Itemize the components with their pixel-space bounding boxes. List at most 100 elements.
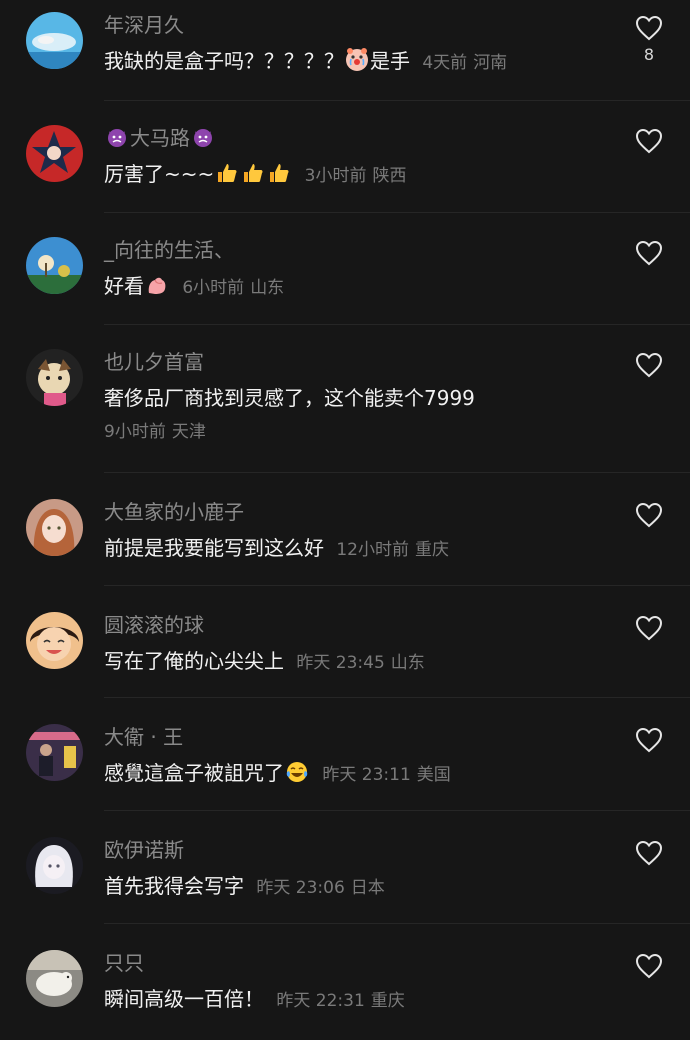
username[interactable]: 欧伊诺斯: [104, 837, 620, 863]
comment-item: _向往的生活、 好看 6小时前 山东: [0, 212, 690, 324]
comment-time: 4天前: [422, 53, 468, 73]
heart-outline-icon: [635, 840, 663, 866]
username-line[interactable]: 大马路: [104, 125, 620, 151]
devil-icon: [191, 125, 215, 149]
heart-outline-icon: [635, 352, 663, 378]
thumbs-up-icon: [215, 161, 239, 185]
comment-location: 日本: [350, 878, 385, 898]
comment-item: 只只 瞬间高级一百倍！ 昨天 22:31 重庆: [0, 923, 690, 1040]
comment-time: 昨天 22:31: [276, 991, 365, 1011]
comment-location: 陕西: [372, 166, 407, 186]
avatar[interactable]: [26, 12, 83, 69]
comment-location: 重庆: [370, 991, 405, 1011]
username[interactable]: 也儿夕首富: [104, 349, 620, 375]
avatar[interactable]: [26, 237, 83, 294]
comment-list: 年深月久 我缺的是盒子吗？？？？？ 是手 4天前 河南 8 大马路 厉害了~~~ 3…: [0, 0, 690, 1040]
username[interactable]: 只只: [104, 950, 620, 976]
avatar[interactable]: [26, 950, 83, 1007]
comment-time: 9小时前: [104, 422, 166, 442]
like-button[interactable]: 8: [634, 15, 664, 64]
comment-text: 首先我得会写字: [104, 874, 244, 898]
like-button[interactable]: [634, 352, 664, 378]
comment-location: 重庆: [415, 540, 449, 560]
comment-meta: 12小时前 重庆: [336, 540, 449, 560]
avatar[interactable]: [26, 837, 83, 894]
comment-text: 厉害了~~~: [104, 162, 215, 186]
comment-meta: 9小时前 天津: [104, 421, 620, 443]
comment-location: 美国: [416, 765, 451, 785]
comment-text-line: 厉害了~~~ 3小时前 陕西: [104, 161, 620, 189]
heart-outline-icon: [635, 953, 663, 979]
comment-text: 写在了俺的心尖尖上: [104, 649, 284, 673]
username[interactable]: 圆滚滚的球: [104, 612, 620, 638]
comment-text-after: 是手: [370, 49, 410, 73]
like-button[interactable]: [634, 128, 664, 154]
comment-item: 大马路 厉害了~~~ 3小时前 陕西: [0, 100, 690, 212]
comment-meta: 昨天 22:31 重庆: [276, 991, 404, 1011]
comment-text-line: 首先我得会写字 昨天 23:06 日本: [104, 873, 620, 901]
comment-meta: 4天前 河南: [422, 53, 507, 73]
comment-text-line: 前提是我要能写到这么好 12小时前 重庆: [104, 535, 620, 563]
comment-item: 圆滚滚的球 写在了俺的心尖尖上 昨天 23:45 山东: [0, 585, 690, 697]
comment-time: 6小时前: [182, 278, 245, 298]
comment-meta: 昨天 23:11 美国: [322, 765, 450, 785]
heart-outline-icon: [635, 727, 663, 753]
comment-location: 山东: [390, 653, 425, 673]
thumbs-up-icon: [267, 161, 291, 185]
comment-text: 前提是我要能写到这么好: [104, 536, 324, 560]
comment-location: 河南: [473, 53, 508, 73]
avatar[interactable]: [26, 349, 83, 406]
username[interactable]: 大衛 · 王: [104, 724, 620, 750]
comment-time: 昨天 23:11: [322, 765, 411, 785]
tears-of-joy-icon: [285, 760, 309, 784]
comment-item: 也儿夕首富 奢侈品厂商找到灵感了，这个能卖个7999 9小时前 天津: [0, 324, 690, 472]
heart-outline-icon: [635, 502, 663, 528]
comment-text: 我缺的是盒子吗？？？？？: [104, 49, 344, 73]
flexed-biceps-icon: [145, 273, 169, 297]
avatar[interactable]: [26, 724, 83, 781]
comment-location: 山东: [250, 278, 285, 298]
like-count: 8: [643, 45, 655, 64]
like-button[interactable]: [634, 502, 664, 528]
comment-text: 奢侈品厂商找到灵感了，这个能卖个7999: [104, 386, 475, 410]
comment-text-line: 瞬间高级一百倍！ 昨天 22:31 重庆: [104, 986, 620, 1014]
like-button[interactable]: [634, 240, 664, 266]
like-button[interactable]: [634, 727, 664, 753]
like-button[interactable]: [634, 840, 664, 866]
comment-location: 天津: [171, 422, 206, 442]
heart-outline-icon: [635, 240, 663, 266]
avatar[interactable]: [26, 125, 83, 182]
comment-time: 昨天 23:45: [296, 653, 385, 673]
like-button[interactable]: [634, 953, 664, 979]
username: 大马路: [130, 126, 190, 150]
comment-text-line: 我缺的是盒子吗？？？？？ 是手 4天前 河南: [104, 48, 620, 76]
like-button[interactable]: [634, 615, 664, 641]
comment-meta: 6小时前 山东: [182, 278, 284, 298]
comment-meta: 昨天 23:45 山东: [296, 653, 424, 673]
username[interactable]: _向往的生活、: [104, 237, 620, 263]
username[interactable]: 年深月久: [104, 12, 620, 38]
comment-time: 3小时前: [304, 166, 367, 186]
comment-item: 大鱼家的小鹿子 前提是我要能写到这么好 12小时前 重庆: [0, 472, 690, 585]
thumbs-up-icon: [241, 161, 265, 185]
comment-text: 瞬间高级一百倍！: [104, 987, 264, 1011]
username[interactable]: 大鱼家的小鹿子: [104, 499, 620, 525]
comment-text: 好看: [104, 274, 144, 298]
comment-text-line: 感覺這盒子被詛咒了 昨天 23:11 美国: [104, 760, 620, 788]
comment-text-line: 好看 6小时前 山东: [104, 273, 620, 301]
comment-time: 昨天 23:06: [256, 878, 345, 898]
comment-item: 大衛 · 王 感覺這盒子被詛咒了 昨天 23:11 美国: [0, 697, 690, 810]
heart-outline-icon: [635, 615, 663, 641]
heart-outline-icon: [635, 128, 663, 154]
comment-time: 12小时前: [336, 540, 409, 560]
crying-clown-emoji-icon: [345, 48, 369, 72]
comment-meta: 3小时前 陕西: [305, 166, 407, 186]
heart-outline-icon: [635, 15, 663, 41]
comment-text: 感覺這盒子被詛咒了: [104, 761, 284, 785]
comment-meta: 昨天 23:06 日本: [256, 878, 384, 898]
avatar[interactable]: [26, 499, 83, 556]
avatar[interactable]: [26, 612, 83, 669]
devil-icon: [105, 125, 129, 149]
comment-item: 年深月久 我缺的是盒子吗？？？？？ 是手 4天前 河南 8: [0, 0, 690, 100]
comment-item: 欧伊诺斯 首先我得会写字 昨天 23:06 日本: [0, 810, 690, 923]
